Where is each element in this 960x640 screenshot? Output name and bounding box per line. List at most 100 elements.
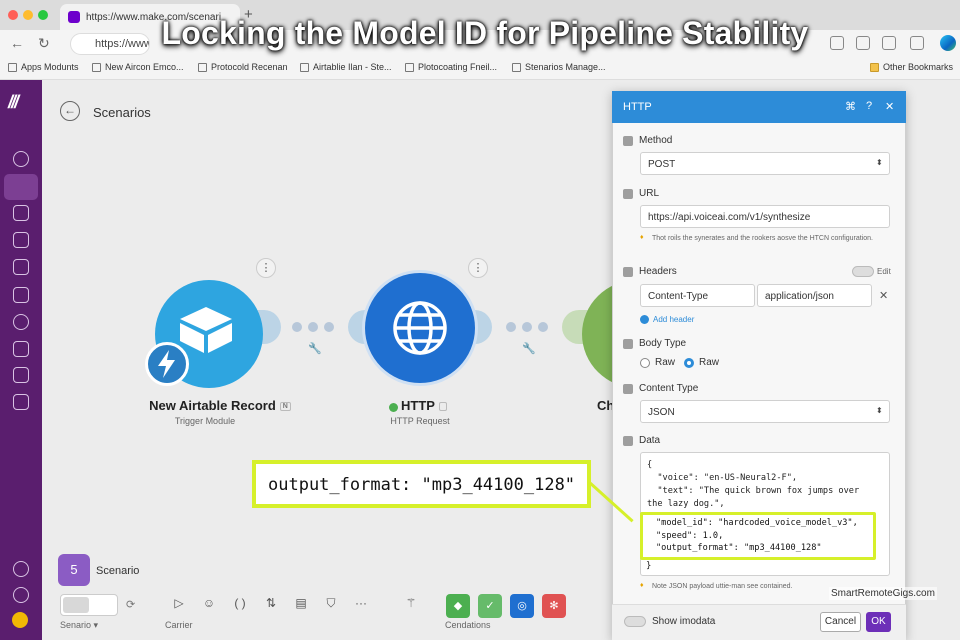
- body-raw-label-1: Raw: [655, 357, 676, 368]
- content-type-label: Content Type: [639, 383, 699, 394]
- collapse-toggle-icon[interactable]: [623, 189, 633, 199]
- collapse-toggle-icon[interactable]: [623, 136, 633, 146]
- app-icon: [512, 62, 521, 72]
- sidebar-scenarios-icon[interactable]: [4, 174, 38, 200]
- sidebar-webhooks-icon[interactable]: [13, 287, 29, 303]
- data-label: Data: [639, 435, 661, 446]
- bookmark-label: Stenarios Manage...: [525, 62, 606, 72]
- http-module-title: HTTP: [401, 398, 435, 413]
- bookmark-item[interactable]: New Aircon Emco...: [92, 62, 184, 72]
- magic-wand-icon[interactable]: ⚚: [402, 596, 420, 610]
- header-key-value: Content-Type: [648, 291, 709, 302]
- scenario-toggle[interactable]: [60, 594, 118, 616]
- add-header-link[interactable]: Add header: [653, 315, 694, 324]
- sidebar-devices-icon[interactable]: [13, 341, 29, 357]
- status-dot-icon: [389, 403, 398, 412]
- schedule-icon[interactable]: ⟳: [126, 598, 135, 611]
- bookmark-item[interactable]: Apps Modunts: [8, 62, 79, 72]
- sidebar-tools-icon[interactable]: [13, 205, 29, 221]
- data-line: {: [647, 460, 653, 470]
- airtable-module-title: New Airtable Record: [149, 398, 276, 413]
- http-app-icon[interactable]: ◎: [510, 594, 534, 618]
- data-line: "voice": "en-US-Neural2-F",: [647, 473, 798, 483]
- airtable-box-icon: [178, 305, 234, 355]
- scenario-dropdown-label: Senario: [60, 620, 92, 630]
- show-advanced-toggle[interactable]: [624, 616, 646, 627]
- bookmark-item[interactable]: Stenarios Manage...: [512, 62, 606, 72]
- bookmark-label: Apps Modunts: [21, 62, 79, 72]
- route-settings-icon[interactable]: 🔧: [522, 342, 536, 355]
- sidebar-templates-icon[interactable]: [13, 232, 29, 248]
- run-once-icon[interactable]: ▷: [170, 596, 188, 610]
- sidebar-keys-icon[interactable]: [13, 314, 29, 330]
- other-bookmarks[interactable]: Other Bookmarks: [870, 62, 953, 72]
- module-menu-icon[interactable]: ⋮: [256, 258, 276, 278]
- select-arrows-icon: ⬍: [876, 158, 883, 167]
- collapse-toggle-icon[interactable]: [623, 339, 633, 349]
- body-raw-radio-2[interactable]: [684, 358, 694, 368]
- sidebar-connections-icon[interactable]: [13, 259, 29, 275]
- notes-icon[interactable]: ▤: [292, 596, 310, 610]
- collapse-toggle-icon[interactable]: [623, 436, 633, 446]
- airtable-module-subtitle: Trigger Module: [174, 416, 236, 426]
- header-value-field[interactable]: application/json: [757, 284, 872, 307]
- tools-app-icon[interactable]: ✻: [542, 594, 566, 618]
- command-icon[interactable]: ⌘: [845, 100, 856, 113]
- header-value-text: application/json: [765, 291, 834, 302]
- header-key-field[interactable]: Content-Type: [640, 284, 755, 307]
- check-app-icon[interactable]: ✓: [478, 594, 502, 618]
- bookmark-label: New Aircon Emco...: [105, 62, 184, 72]
- page-title: Scenarios: [93, 105, 151, 120]
- sidebar-help-icon[interactable]: [13, 587, 29, 603]
- lightbulb-icon: ♦: [640, 582, 644, 589]
- connection-dot: [308, 322, 318, 332]
- collapse-toggle-icon[interactable]: [623, 267, 633, 277]
- connection-dot: [506, 322, 516, 332]
- flow-control-icon[interactable]: ⇅: [262, 596, 280, 610]
- back-button[interactable]: ←: [60, 101, 80, 121]
- emoji-icon[interactable]: ☺: [200, 596, 218, 610]
- braces-icon[interactable]: ( ): [231, 596, 249, 610]
- folder-icon: [92, 62, 101, 72]
- connection-dot: [522, 322, 532, 332]
- route-settings-icon[interactable]: 🔧: [308, 342, 322, 355]
- bookmark-item[interactable]: Plotocoating Fneil...: [405, 62, 497, 72]
- avatar[interactable]: [12, 612, 28, 628]
- body-raw-radio-1[interactable]: [640, 358, 650, 368]
- help-icon[interactable]: ?: [866, 100, 872, 112]
- remove-header-icon[interactable]: ✕: [879, 289, 888, 302]
- sidebar-notifications-icon[interactable]: [13, 561, 29, 577]
- doc-icon: [300, 62, 309, 72]
- notion-icon: [405, 62, 414, 72]
- close-icon[interactable]: ✕: [885, 100, 894, 113]
- connection-dot: [538, 322, 548, 332]
- headers-edit-toggle[interactable]: [852, 266, 874, 277]
- lightbulb-icon: ♦: [640, 234, 644, 241]
- make-logo-icon[interactable]: ///: [8, 92, 19, 113]
- collapse-toggle-icon[interactable]: [623, 384, 633, 394]
- sidebar-home-icon[interactable]: [13, 151, 29, 167]
- body-raw-label-2: Raw: [699, 357, 720, 368]
- module-menu-icon[interactable]: ⋮: [468, 258, 488, 278]
- bookmark-item[interactable]: Airtablie Ilan - Ste...: [300, 62, 392, 72]
- app-shortcut-icon[interactable]: ◆: [446, 594, 470, 618]
- content-type-select[interactable]: JSON: [640, 400, 890, 423]
- data-close-brace: }: [646, 561, 652, 571]
- output-format-callout: output_format: "mp3_44100_128": [252, 460, 591, 508]
- output-format-line: "output_format": "mp3_44100_128": [656, 543, 822, 553]
- url-field[interactable]: https://api.voiceai.com/v1/synthesize: [640, 205, 890, 228]
- panel-title: HTTP: [623, 101, 652, 113]
- bookmark-item[interactable]: Protocold Recenan: [198, 62, 288, 72]
- sidebar-datastores-icon[interactable]: [13, 367, 29, 383]
- sidebar-datastructures-icon[interactable]: [13, 394, 29, 410]
- scenario-dropdown[interactable]: Senario ▾: [60, 620, 98, 631]
- cancel-button[interactable]: Cancel: [820, 612, 861, 632]
- shield-icon[interactable]: ⛉: [322, 596, 340, 611]
- method-select[interactable]: POST: [640, 152, 890, 175]
- scenario-icon[interactable]: 5: [58, 554, 90, 586]
- more-icon[interactable]: ···: [352, 596, 370, 610]
- folder-icon: [870, 62, 879, 72]
- ok-button[interactable]: OK: [866, 612, 891, 632]
- carrier-label: Carrier: [165, 620, 193, 630]
- panel-header: [612, 91, 906, 123]
